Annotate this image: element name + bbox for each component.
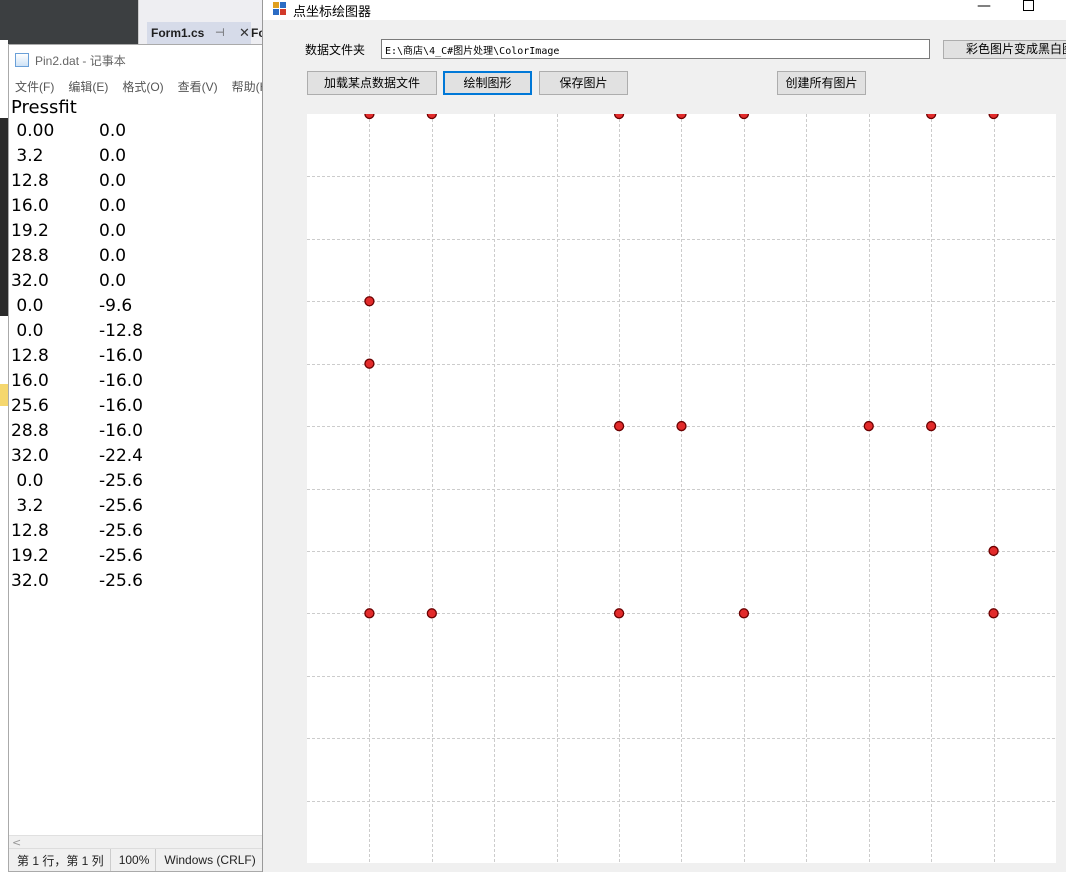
y-value: -25.6 xyxy=(99,571,143,591)
x-value: 19.2 xyxy=(11,221,49,241)
data-point xyxy=(364,608,375,619)
pin-icon[interactable]: ⊣ xyxy=(215,22,225,44)
x-value: 3.2 xyxy=(11,496,44,516)
notepad-icon xyxy=(15,53,29,67)
notepad-window: Pin2.dat - 记事本 文件(F) 编辑(E) 格式(O) 查看(V) 帮… xyxy=(8,44,272,872)
menu-format[interactable]: 格式(O) xyxy=(122,78,163,95)
data-point xyxy=(364,296,375,307)
data-point xyxy=(926,420,937,432)
y-value: -9.6 xyxy=(99,296,133,316)
ide-tab-form1[interactable]: Form1.cs ⊣ ✕ xyxy=(147,22,263,44)
status-position: 第 1 行，第 1 列 xyxy=(17,853,104,868)
data-point xyxy=(613,114,625,120)
plotter-titlebar[interactable]: 点坐标绘图器 — xyxy=(263,0,1066,20)
notepad-title: Pin2.dat - 记事本 xyxy=(35,53,126,68)
x-value: 28.8 xyxy=(11,246,49,266)
x-value: 32.0 xyxy=(11,446,49,466)
horizontal-scrollbar[interactable]: < xyxy=(9,835,264,849)
y-value: -16.0 xyxy=(99,346,143,366)
y-value: 0.0 xyxy=(99,171,127,191)
y-value: -16.0 xyxy=(99,421,143,441)
data-point xyxy=(863,420,874,432)
data-point xyxy=(613,420,625,432)
data-point xyxy=(988,545,999,557)
y-value: -25.6 xyxy=(99,521,143,541)
minimize-icon[interactable]: — xyxy=(977,0,991,14)
x-value: 32.0 xyxy=(11,271,49,291)
x-value: 16.0 xyxy=(11,371,49,391)
close-icon[interactable]: ✕ xyxy=(239,22,250,44)
desktop-yellow-area xyxy=(0,384,8,406)
y-value: 0.0 xyxy=(99,271,127,291)
draw-button[interactable]: 绘制图形 xyxy=(443,71,532,95)
create-all-button[interactable]: 创建所有图片 xyxy=(777,71,866,95)
y-value: -16.0 xyxy=(99,396,143,416)
x-value: 0.0 xyxy=(11,296,44,316)
desktop-strip xyxy=(0,40,8,872)
x-value: 32.0 xyxy=(11,571,49,591)
y-value: 0.0 xyxy=(99,196,127,216)
maximize-icon[interactable] xyxy=(1023,0,1034,11)
status-zoom: 100% xyxy=(118,853,150,867)
data-point xyxy=(613,608,625,619)
text-header: Pressfit xyxy=(11,97,77,118)
status-encoding: Windows (CRLF) xyxy=(164,853,256,867)
notepad-statusbar: 第 1 行，第 1 列 100% Windows (CRLF) xyxy=(9,848,264,871)
y-value: 0.0 xyxy=(99,246,127,266)
x-value: 0.0 xyxy=(11,471,44,491)
window-title: 点坐标绘图器 xyxy=(293,4,372,19)
load-data-button[interactable]: 加载某点数据文件 xyxy=(307,71,437,95)
plotter-window: 点坐标绘图器 — 数据文件夹 彩色图片变成黑白图 加载某点数据文件 绘制图形 保… xyxy=(262,0,1066,872)
ide-window: Form1.cs ⊣ ✕ Fo xyxy=(138,0,271,50)
menu-edit[interactable]: 编辑(E) xyxy=(68,78,108,95)
y-value: -16.0 xyxy=(99,371,143,391)
y-value: -25.6 xyxy=(99,471,143,491)
folder-label: 数据文件夹 xyxy=(305,43,366,57)
app-icon xyxy=(273,2,287,16)
x-value: 16.0 xyxy=(11,196,49,216)
ide-tab-label: Form1.cs xyxy=(151,26,205,40)
data-point xyxy=(676,114,687,120)
scatter-plot xyxy=(307,114,1056,863)
data-point xyxy=(738,608,750,619)
data-point xyxy=(364,114,375,120)
y-value: 0.0 xyxy=(99,121,127,141)
y-value: -22.4 xyxy=(99,446,143,466)
desktop-dark-area xyxy=(0,118,8,316)
menu-file[interactable]: 文件(F) xyxy=(15,78,54,95)
x-value: 12.8 xyxy=(11,521,49,541)
data-point xyxy=(426,114,437,120)
y-value: 0.0 xyxy=(99,146,127,166)
data-point xyxy=(738,114,750,120)
x-value: 0.0 xyxy=(11,321,44,341)
menu-view[interactable]: 查看(V) xyxy=(178,78,218,95)
x-value: 3.2 xyxy=(11,146,44,166)
x-value: 25.6 xyxy=(11,396,49,416)
notepad-menubar: 文件(F) 编辑(E) 格式(O) 查看(V) 帮助(H) xyxy=(9,75,272,97)
notepad-titlebar[interactable]: Pin2.dat - 记事本 xyxy=(9,45,263,75)
x-value: 12.8 xyxy=(11,171,49,191)
data-point xyxy=(988,608,999,619)
y-value: -25.6 xyxy=(99,496,143,516)
color-to-bw-button[interactable]: 彩色图片变成黑白图 xyxy=(943,40,1066,59)
folder-path-input[interactable] xyxy=(381,39,930,59)
data-point xyxy=(988,114,999,120)
y-value: -12.8 xyxy=(99,321,143,341)
x-value: 19.2 xyxy=(11,546,49,566)
y-value: 0.0 xyxy=(99,221,127,241)
x-value: 28.8 xyxy=(11,421,49,441)
data-point xyxy=(426,608,437,619)
plot-canvas xyxy=(307,114,1056,863)
data-point xyxy=(926,114,937,120)
data-point xyxy=(676,420,687,432)
x-value: 0.00 xyxy=(11,121,55,141)
save-image-button[interactable]: 保存图片 xyxy=(539,71,628,95)
y-value: -25.6 xyxy=(99,546,143,566)
x-value: 12.8 xyxy=(11,346,49,366)
data-point xyxy=(364,358,375,369)
